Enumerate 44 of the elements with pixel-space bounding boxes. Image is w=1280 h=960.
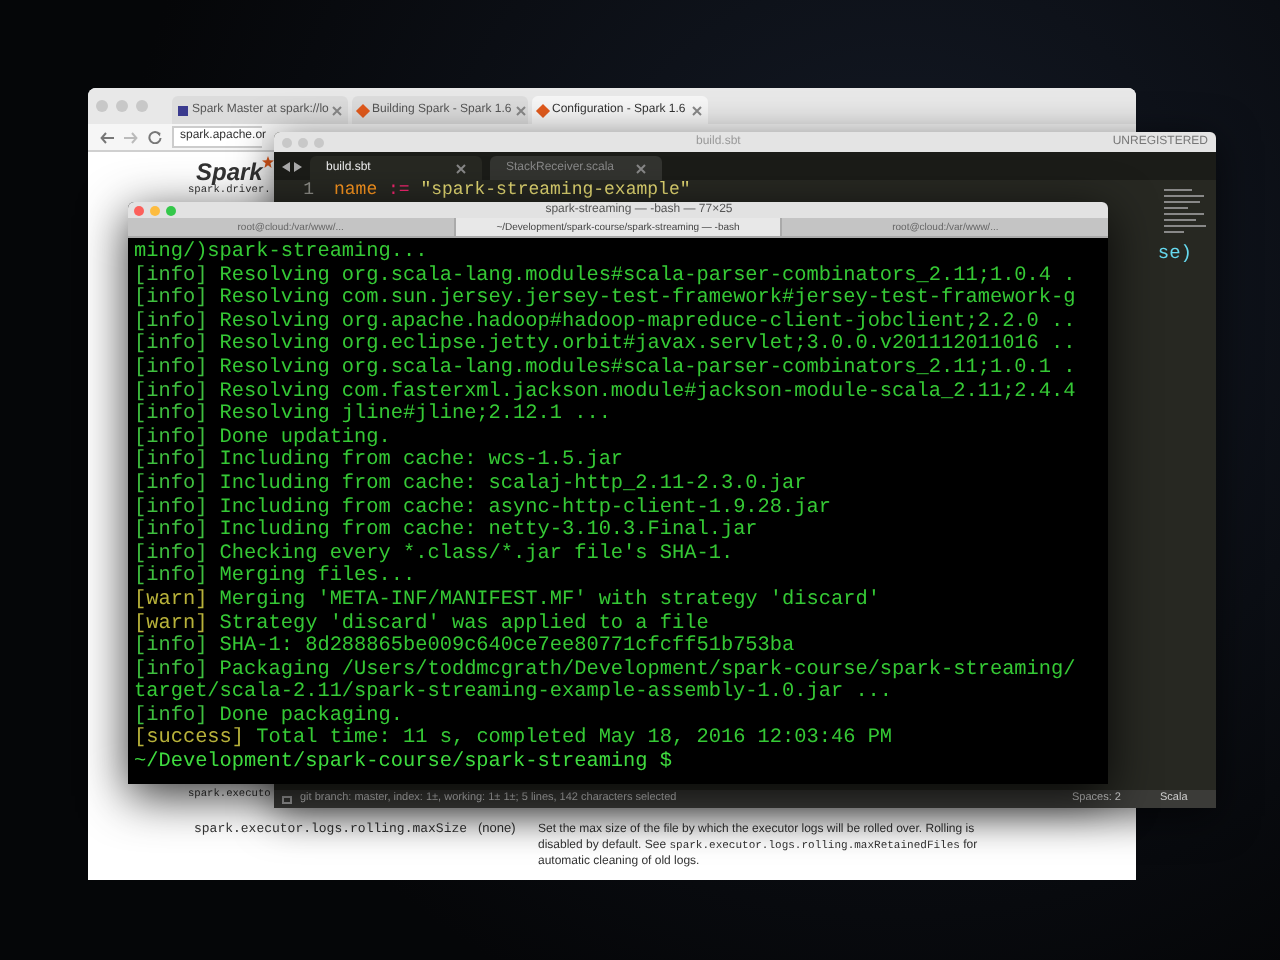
close-icon[interactable]	[456, 163, 466, 173]
minimap-drawing	[1164, 188, 1208, 236]
terminal-line: [info] Including from cache: scalaj-http_2.11-2.3.0.jar	[134, 473, 807, 497]
terminal-line: [info] Resolving org.scala-lang.modules#scala-parser-combinators_2.11;1.0.1 .	[134, 357, 1076, 381]
code-text: se)	[1157, 240, 1192, 268]
close-icon[interactable]	[515, 105, 526, 115]
terminal-line: [warn] Merging 'META-INF/MANIFEST.MF' with strategy 'discard'	[134, 589, 880, 613]
terminal-line: ming/)spark-streaming...	[134, 242, 428, 265]
terminal-line: target/scala-2.11/spark-streaming-example-assembly-1.0.jar ...	[134, 682, 893, 705]
terminal-line: [info] Including from cache: wcs-1.5.jar	[134, 450, 624, 473]
terminal-line: [info] Resolving jline#jline;2.12.1 ...	[134, 404, 611, 427]
terminal-line: [info] Resolving org.apache.hadoop#hadoop-mapreduce-client-jobclient;2.2.0 ..	[134, 311, 1076, 334]
minimize-icon[interactable]	[150, 205, 160, 215]
star-icon	[262, 156, 275, 168]
terminal-line: ~/Development/spark-course/spark-streaming $	[134, 752, 672, 776]
close-icon[interactable]	[692, 105, 702, 115]
forward-icon[interactable]	[124, 131, 138, 143]
close-icon[interactable]	[636, 163, 646, 173]
terminal-line: [warn] Strategy 'discard' was applied to a file	[134, 613, 709, 635]
back-icon[interactable]	[100, 131, 114, 143]
terminal-line: [info] Including from cache: async-http-client-1.9.28.jar	[134, 497, 831, 520]
terminal-line: [info] SHA-1: 8d288865be009c640ce7ee80771cfcff51b753ba	[134, 636, 795, 659]
terminal-line: [info] Packaging /Users/toddmcgrath/Development/spark-course/spark-streaming/	[134, 659, 1076, 682]
code-line: name := "spark-streaming-example"	[334, 180, 691, 200]
terminal-line: [info] Done packaging.	[134, 705, 404, 728]
favicon-icon	[355, 102, 371, 118]
reload-icon[interactable]	[148, 130, 162, 144]
terminal-line: [info] Checking every *.class/*.jar file's SHA-1.	[134, 543, 734, 566]
terminal-line: [success] Total time: 11 s, completed May 18, 2016 12:03:46 PM	[134, 728, 893, 751]
terminal-line: [info] Resolving com.sun.jersey.jersey-test-framework#jersey-test-framework-g	[134, 288, 1076, 311]
terminal-line: [info] Including from cache: netty-3.10.3.Final.jar	[134, 520, 758, 543]
tab-arrows-icon[interactable]	[282, 161, 302, 171]
close-icon[interactable]	[134, 205, 144, 215]
favicon-icon	[178, 105, 188, 115]
line-number: 1	[301, 180, 316, 200]
terminal-line: [info] Resolving org.eclipse.jetty.orbit#javax.servlet;3.0.0.v201112011016 ..	[134, 334, 1076, 357]
terminal-line: [info] Done updating.	[134, 427, 391, 450]
panel-icon[interactable]	[282, 795, 292, 803]
terminal-line: [info] Resolving com.fasterxml.jackson.module#jackson-module-scala_2.11;2.4.4	[134, 381, 1076, 404]
close-icon[interactable]	[332, 105, 343, 115]
zoom-icon[interactable]	[166, 205, 176, 215]
terminal-line: [info] Merging files...	[134, 566, 416, 589]
terminal-line: [info] Resolving org.scala-lang.modules#scala-parser-combinators_2.11;1.0.4 .	[134, 265, 1076, 288]
favicon-icon	[535, 102, 551, 118]
